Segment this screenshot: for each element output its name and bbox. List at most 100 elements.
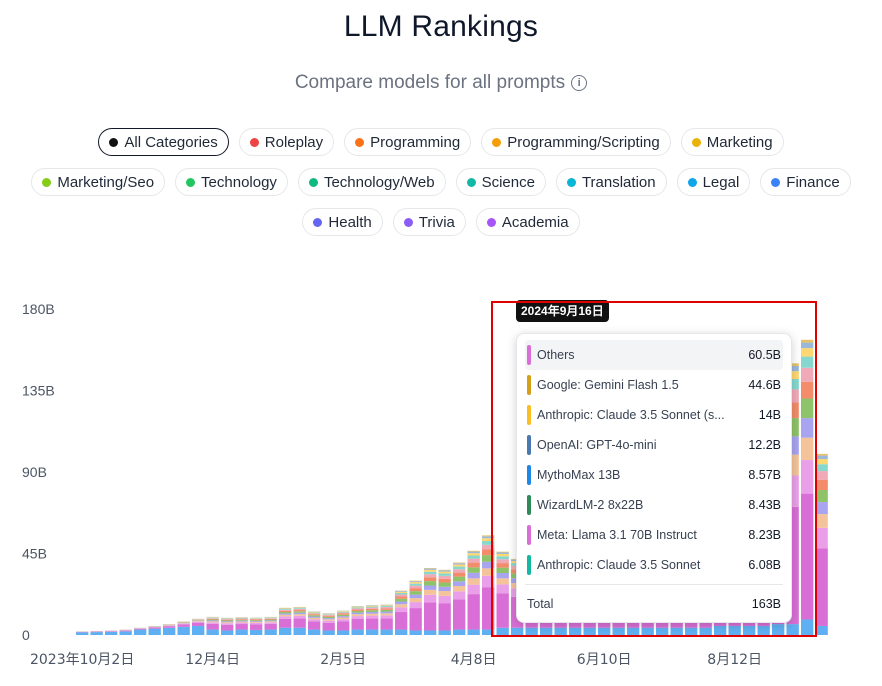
bar-segment xyxy=(467,567,480,573)
bar-stack[interactable] xyxy=(395,590,408,635)
bar-segment xyxy=(424,571,437,575)
bar-segment xyxy=(235,620,248,622)
bar-stack[interactable] xyxy=(148,625,161,635)
bar-segment xyxy=(206,629,219,635)
bar-segment xyxy=(395,598,408,602)
bar-stack[interactable] xyxy=(453,562,466,635)
bar-segment xyxy=(438,578,451,583)
bar-stack[interactable] xyxy=(482,535,495,635)
bar-segment xyxy=(337,630,350,635)
bar-segment xyxy=(293,612,306,615)
bar-segment xyxy=(322,630,335,635)
bar-stack[interactable] xyxy=(235,617,248,635)
bar-segment xyxy=(221,618,234,620)
bar-stack[interactable] xyxy=(424,567,437,635)
bar-segment xyxy=(192,620,205,622)
bar-stack[interactable] xyxy=(293,606,306,635)
bar-segment xyxy=(380,629,393,635)
bar-segment xyxy=(293,607,306,609)
bar-segment xyxy=(453,629,466,635)
bar-segment xyxy=(221,630,234,635)
bar-stack[interactable] xyxy=(496,551,509,635)
tooltip-model-value: 60.5B xyxy=(748,348,781,362)
bar-segment xyxy=(424,567,437,569)
bar-segment xyxy=(467,594,480,630)
bar-stack[interactable] xyxy=(134,627,147,635)
bar-stack[interactable] xyxy=(90,631,103,635)
bar-segment xyxy=(467,555,480,559)
bar-segment xyxy=(569,627,582,635)
bar-stack[interactable] xyxy=(815,453,828,635)
bar-segment xyxy=(438,573,451,576)
bar-segment xyxy=(337,613,350,615)
bar-stack[interactable] xyxy=(264,616,277,635)
bar-segment xyxy=(293,614,306,616)
bar-segment xyxy=(815,453,828,456)
bar-segment xyxy=(438,582,451,587)
bar-stack[interactable] xyxy=(192,618,205,635)
bar-stack[interactable] xyxy=(163,624,176,635)
bar-segment xyxy=(366,607,379,609)
bar-segment xyxy=(395,601,408,605)
bar-segment xyxy=(801,342,814,349)
tooltip-model-value: 8.57B xyxy=(748,468,781,482)
bar-segment xyxy=(815,625,828,635)
bar-stack[interactable] xyxy=(351,606,364,635)
bar-segment xyxy=(380,615,393,619)
bar-segment xyxy=(264,623,277,630)
bar-segment xyxy=(482,575,495,588)
bar-stack[interactable] xyxy=(250,617,263,635)
bar-stack[interactable] xyxy=(105,630,118,635)
bar-segment xyxy=(380,606,393,608)
bar-segment xyxy=(482,587,495,630)
bar-segment xyxy=(438,595,451,604)
bar-segment xyxy=(308,612,321,614)
bar-segment xyxy=(496,572,509,579)
x-tick-label: 4月8日 xyxy=(451,652,497,668)
bar-segment xyxy=(438,586,451,592)
tooltip-model-value: 8.23B xyxy=(748,528,781,542)
bar-stack[interactable] xyxy=(76,631,89,635)
bar-segment xyxy=(351,616,364,619)
bar-segment xyxy=(424,602,437,631)
bar-segment xyxy=(366,629,379,635)
bar-segment xyxy=(482,629,495,635)
bar-stack[interactable] xyxy=(221,617,234,635)
bar-stack[interactable] xyxy=(801,339,814,635)
bar-segment xyxy=(728,625,741,635)
bar-stack[interactable] xyxy=(308,611,321,635)
bar-stack[interactable] xyxy=(279,607,292,635)
bar-segment xyxy=(395,604,408,608)
bar-segment xyxy=(206,620,219,622)
bar-segment xyxy=(467,553,480,556)
bar-segment xyxy=(351,614,364,617)
bar-stack[interactable] xyxy=(467,550,480,635)
bar-segment xyxy=(264,621,277,623)
bar-stack[interactable] xyxy=(177,621,190,635)
bar-stack[interactable] xyxy=(337,610,350,635)
bar-segment xyxy=(438,575,451,579)
bar-segment xyxy=(395,612,408,630)
bar-segment xyxy=(337,616,350,618)
bar-stack[interactable] xyxy=(438,569,451,635)
bar-segment xyxy=(482,561,495,569)
bar-segment xyxy=(337,611,350,613)
bar-stack[interactable] xyxy=(119,629,132,635)
bar-segment xyxy=(264,618,277,620)
bar-segment xyxy=(293,609,306,611)
bar-segment xyxy=(279,618,292,628)
bar-segment xyxy=(453,564,466,567)
bar-segment xyxy=(206,623,219,630)
bar-segment xyxy=(815,455,828,460)
bar-stack[interactable] xyxy=(409,580,422,635)
bar-segment xyxy=(351,610,364,613)
bar-stack[interactable] xyxy=(206,616,219,635)
tooltip-row: Google: Gemini Flash 1.5 44.6B xyxy=(525,370,783,400)
bar-segment xyxy=(163,626,176,628)
bar-stack[interactable] xyxy=(380,604,393,635)
bar-stack[interactable] xyxy=(366,605,379,635)
bar-segment xyxy=(409,583,422,586)
tooltip-model-name: MythoMax 13B xyxy=(537,468,621,482)
tooltip-model-value: 8.43B xyxy=(748,498,781,512)
bar-stack[interactable] xyxy=(322,613,335,635)
